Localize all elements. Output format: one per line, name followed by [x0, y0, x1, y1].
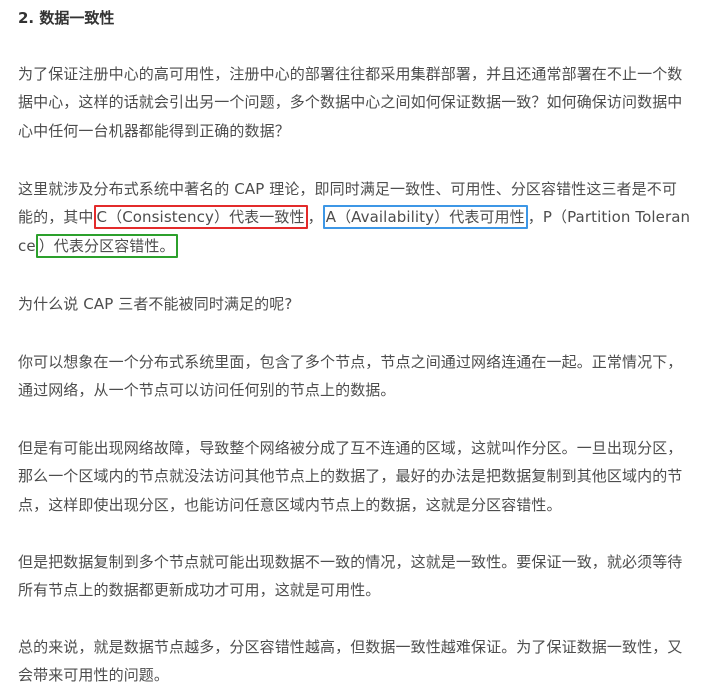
- partition-tolerance-highlight-box: ）代表分区容错性。: [35, 233, 178, 258]
- separator-text: ，: [307, 208, 323, 227]
- consistency-highlight-box: C（Consistency）代表一致性: [93, 205, 308, 230]
- paragraph-why-cap: 为什么说 CAP 三者不能被同时满足的呢?: [18, 295, 293, 313]
- section-heading: 2. 数据一致性: [18, 9, 115, 27]
- paragraph-distributed-nodes: 你可以想象在一个分布式系统里面，包含了多个节点，节点之间通过网络连通在一起。正常…: [18, 353, 683, 400]
- paragraph-summary: 总的来说，就是数据节点越多，分区容错性越高，但数据一致性越难保证。为了保证数据一…: [18, 638, 683, 685]
- paragraph-partition: 但是有可能出现网络故障，导致整个网络被分成了互不连通的区域，这就叫作分区。一旦出…: [18, 439, 683, 514]
- article-body: 2. 数据一致性 为了保证注册中心的高可用性，注册中心的部署往往都采用集群部署，…: [0, 0, 718, 693]
- paragraph-cap-theory: 这里就涉及分布式系统中著名的 CAP 理论，即同时满足一致性、可用性、分区容错性…: [18, 175, 692, 260]
- availability-highlight-box: A（Availability）代表可用性: [322, 205, 528, 230]
- paragraph-ha-intro: 为了保证注册中心的高可用性，注册中心的部署往往都采用集群部署，并且还通常部署在不…: [18, 65, 683, 140]
- paragraph-consistency-availability: 但是把数据复制到多个节点就可能出现数据不一致的情况，这就是一致性。要保证一致，就…: [18, 553, 683, 600]
